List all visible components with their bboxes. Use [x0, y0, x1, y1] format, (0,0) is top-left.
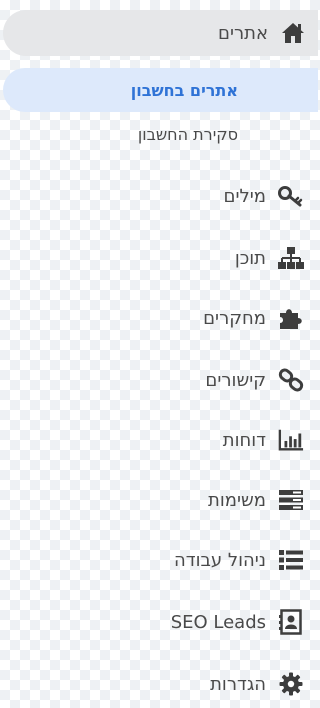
- list-icon: [278, 547, 304, 573]
- tasks-icon: [278, 487, 304, 513]
- sidebar-item-label: אתרים: [218, 22, 268, 44]
- sidebar-subitem-account-sites[interactable]: אתרים בחשבון: [3, 68, 318, 112]
- puzzle-icon: [278, 305, 304, 331]
- sidebar-item-label: קישורים: [205, 369, 266, 391]
- sidebar-item-tasks[interactable]: משימות: [0, 480, 318, 520]
- sidebar-item-label: SEO Leads: [170, 611, 266, 633]
- sidebar-item-seo-leads[interactable]: SEO Leads: [0, 602, 318, 642]
- sidebar-item-reports[interactable]: דוחות: [0, 420, 318, 460]
- sidebar-nav: אתרים אתרים בחשבון סקירת החשבון מילים תו…: [0, 0, 318, 708]
- sidebar-item-content[interactable]: תוכן: [0, 238, 318, 278]
- sidebar-item-label: מילים: [223, 185, 266, 207]
- sidebar-item-label: הגדרות: [210, 673, 266, 695]
- sidebar-item-sites[interactable]: אתרים: [3, 10, 318, 56]
- sidebar-subitem-label: סקירת החשבון: [137, 124, 238, 144]
- sidebar-item-label: משימות: [208, 489, 266, 511]
- sitemap-icon: [278, 245, 304, 271]
- sidebar-subitem-account-overview[interactable]: סקירת החשבון: [0, 114, 318, 154]
- sidebar-item-keywords[interactable]: מילים: [0, 176, 318, 216]
- contact-card-icon: [278, 609, 304, 635]
- link-icon: [278, 367, 304, 393]
- sidebar-item-work-management[interactable]: ניהול עבודה: [0, 540, 318, 580]
- sidebar-item-label: דוחות: [222, 429, 266, 451]
- sidebar-item-label: תוכן: [234, 247, 266, 269]
- sidebar-item-label: מחקרים: [203, 307, 266, 329]
- bar-chart-icon: [278, 427, 304, 453]
- sidebar-item-settings[interactable]: הגדרות: [0, 664, 318, 704]
- key-icon: [278, 183, 304, 209]
- sidebar-subitem-label: אתרים בחשבון: [130, 80, 238, 100]
- home-icon: [280, 20, 306, 46]
- gear-icon: [278, 671, 304, 697]
- sidebar-item-label: ניהול עבודה: [173, 549, 266, 571]
- sidebar-item-research[interactable]: מחקרים: [0, 298, 318, 338]
- sidebar-item-links[interactable]: קישורים: [0, 360, 318, 400]
